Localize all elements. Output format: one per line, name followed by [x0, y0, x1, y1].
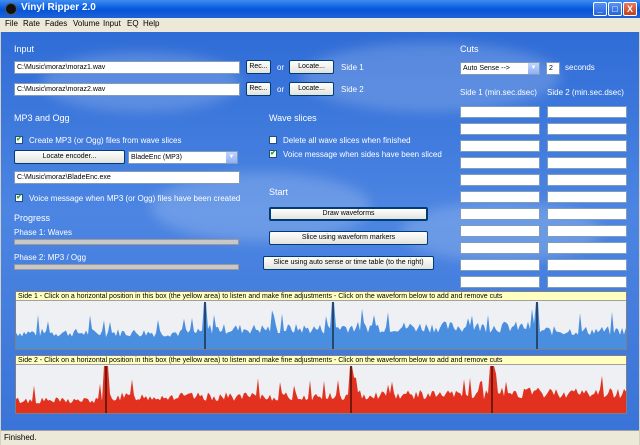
draw-waveforms-button[interactable]: Draw waveforms [269, 207, 428, 221]
side1-rec-button[interactable]: Rec... [246, 60, 271, 74]
app-window: Vinyl Ripper 2.0 _ □ X File Rate Fades V… [0, 0, 640, 445]
cut-time-input-side1[interactable] [460, 157, 540, 169]
cut-time-input-side2[interactable] [547, 106, 627, 118]
cut-time-input-side2[interactable] [547, 225, 627, 237]
side2-or-label: or [277, 85, 285, 94]
waveform-shape [16, 302, 626, 349]
cut-time-input-side1[interactable] [460, 191, 540, 203]
cut-time-input-side1[interactable] [460, 259, 540, 271]
cut-time-input-side1[interactable] [460, 174, 540, 186]
encoder-select-value: BladeEnc (MP3) [131, 154, 182, 161]
encoder-select[interactable]: BladeEnc (MP3) ▼ [128, 151, 238, 164]
encoder-path-input[interactable]: C:\Music\moraz\BladeEnc.exe [14, 171, 240, 184]
cut-time-input-side1[interactable] [460, 208, 540, 220]
menu-rate[interactable]: Rate [23, 19, 40, 28]
cut-time-input-side1[interactable] [460, 225, 540, 237]
side1-cuts-header: Side 1 (min.sec.dsec) [460, 88, 537, 97]
side2-waveform[interactable] [16, 366, 626, 414]
voice-mp3-checkbox[interactable]: ✔ [15, 194, 23, 202]
menu-volume[interactable]: Volume [73, 19, 100, 28]
cut-time-input-side1[interactable] [460, 123, 540, 135]
locate-encoder-button[interactable]: Locate encoder... [14, 150, 125, 164]
phase2-label: Phase 2: MP3 / Ogg [14, 253, 87, 262]
mp3-heading: MP3 and Ogg [14, 113, 70, 123]
side1-label: Side 1 [341, 63, 364, 72]
menu-input[interactable]: Input [103, 19, 121, 28]
cut-time-input-side2[interactable] [547, 157, 627, 169]
seconds-label: seconds [565, 63, 595, 72]
side1-or-label: or [277, 63, 285, 72]
side2-waveform-panel[interactable]: Side 2 - Click on a horizontal position … [15, 355, 627, 414]
window-title: Vinyl Ripper 2.0 [21, 2, 96, 13]
close-button[interactable]: X [623, 2, 637, 16]
voice-mp3-label: Voice message when MP3 (or Ogg) files ha… [29, 194, 241, 203]
seconds-input[interactable]: 2 [546, 62, 560, 75]
status-bar: Finished. [1, 430, 639, 445]
menu-eq[interactable]: EQ [127, 19, 139, 28]
waveform-shape [16, 366, 626, 413]
cut-time-input-side2[interactable] [547, 208, 627, 220]
side2-rec-button[interactable]: Rec... [246, 82, 271, 96]
cut-time-input-side2[interactable] [547, 276, 627, 288]
create-mp3-checkbox[interactable]: ✔ [15, 136, 23, 144]
cut-mode-select[interactable]: Auto Sense --> ▼ [460, 62, 540, 75]
cut-time-input-side1[interactable] [460, 106, 540, 118]
cuts-heading: Cuts [460, 44, 479, 54]
cut-time-input-side2[interactable] [547, 123, 627, 135]
cut-time-input-side1[interactable] [460, 140, 540, 152]
phase2-progress-bar [14, 264, 239, 270]
side2-locate-button[interactable]: Locate... [289, 82, 334, 96]
cut-mode-value: Auto Sense --> [463, 65, 510, 72]
main-panel: Input C:\Music\moraz\moraz1.wav Rec... o… [1, 32, 639, 430]
create-mp3-label: Create MP3 (or Ogg) files from wave slic… [29, 136, 182, 145]
cut-time-input-side2[interactable] [547, 259, 627, 271]
progress-heading: Progress [14, 213, 51, 223]
wave-slices-heading: Wave slices [269, 113, 317, 123]
voice-slices-label: Voice message when sides have been slice… [283, 150, 442, 159]
cut-time-input-side2[interactable] [547, 174, 627, 186]
cut-time-input-side1[interactable] [460, 276, 540, 288]
status-text: Finished. [4, 433, 37, 442]
slice-auto-button[interactable]: Slice using auto sense or time table (to… [263, 256, 434, 270]
title-bar[interactable]: Vinyl Ripper 2.0 _ □ X [0, 0, 640, 18]
menu-fades[interactable]: Fades [45, 19, 67, 28]
phase1-progress-bar [14, 239, 239, 245]
input-heading: Input [14, 44, 35, 54]
slice-markers-button[interactable]: Slice using waveform markers [269, 231, 428, 245]
cut-time-input-side2[interactable] [547, 140, 627, 152]
delete-slices-checkbox[interactable] [269, 136, 277, 144]
chevron-down-icon[interactable]: ▼ [226, 152, 237, 163]
delete-slices-label: Delete all wave slices when finished [283, 136, 411, 145]
side1-locate-button[interactable]: Locate... [289, 60, 334, 74]
cut-time-input-side2[interactable] [547, 191, 627, 203]
menu-file[interactable]: File [5, 19, 18, 28]
side2-cuts-header: Side 2 (min.sec.dsec) [547, 88, 624, 97]
side1-waveform[interactable] [16, 302, 626, 350]
cut-time-input-side2[interactable] [547, 242, 627, 254]
cut-time-input-side1[interactable] [460, 242, 540, 254]
maximize-button[interactable]: □ [608, 2, 622, 16]
side1-waveform-panel[interactable]: Side 1 - Click on a horizontal position … [15, 291, 627, 350]
side2-path-input[interactable]: C:\Music\moraz\moraz2.wav [14, 83, 240, 96]
start-heading: Start [269, 187, 289, 197]
phase1-label: Phase 1: Waves [14, 228, 72, 237]
side1-waveform-header[interactable]: Side 1 - Click on a horizontal position … [16, 292, 626, 301]
menu-bar: File Rate Fades Volume Input EQ Help [0, 18, 640, 32]
side1-path-input[interactable]: C:\Music\moraz\moraz1.wav [14, 61, 240, 74]
side2-waveform-header[interactable]: Side 2 - Click on a horizontal position … [16, 356, 626, 365]
sky-cloud [301, 42, 561, 112]
menu-help[interactable]: Help [143, 19, 159, 28]
voice-slices-checkbox[interactable]: ✔ [269, 150, 277, 158]
chevron-down-icon[interactable]: ▼ [528, 63, 539, 74]
side2-label: Side 2 [341, 85, 364, 94]
vinyl-record-icon [5, 3, 17, 15]
minimize-button[interactable]: _ [593, 2, 607, 16]
